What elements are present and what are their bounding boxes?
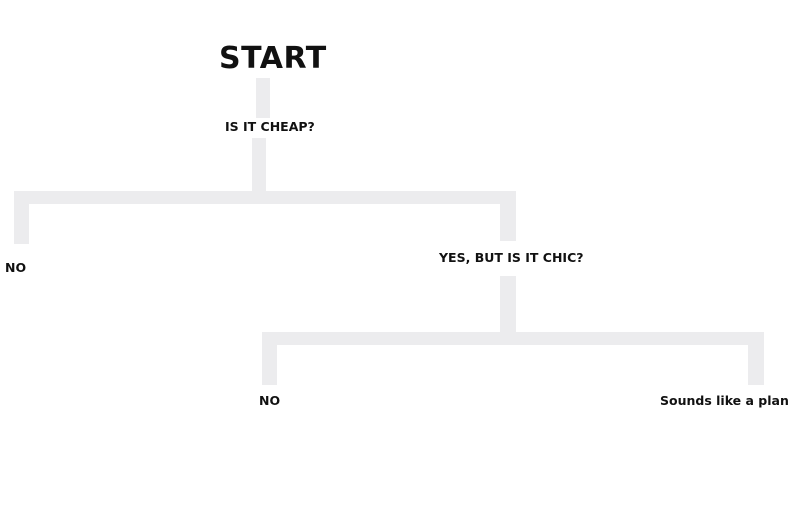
connector-branch-2-right-drop <box>748 332 764 385</box>
question-cheap: IS IT CHEAP? <box>225 119 315 134</box>
connector-question-1-stem <box>252 138 266 193</box>
connector-branch-1-horizontal <box>14 191 516 204</box>
answer-no-cheap: NO <box>5 260 27 275</box>
connector-branch-2-left-drop <box>262 332 277 385</box>
connector-branch-2-horizontal <box>262 332 764 345</box>
flowchart-canvas: START IS IT CHEAP? NO YES, BUT IS IT CHI… <box>0 0 800 514</box>
answer-sounds-like-a-plan: Sounds like a plan <box>660 393 789 408</box>
question-chic: YES, BUT IS IT CHIC? <box>439 250 584 265</box>
connector-start-stem <box>256 78 270 118</box>
connector-branch-1-left-drop <box>14 191 29 244</box>
start-node: START <box>219 41 327 76</box>
answer-no-chic: NO <box>259 393 281 408</box>
connector-question-2-stem <box>500 276 516 336</box>
connector-branch-1-right-drop <box>500 191 516 241</box>
